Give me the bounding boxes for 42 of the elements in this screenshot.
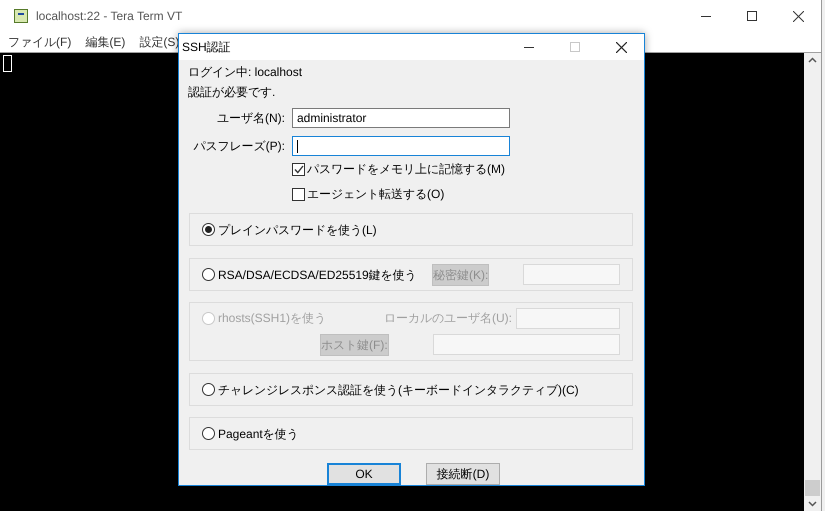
text-field[interactable]: administrator (292, 108, 510, 128)
minimize-icon[interactable] (524, 46, 534, 48)
radio-button[interactable] (202, 427, 215, 440)
window-title: localhost:22 - Tera Term VT (36, 8, 182, 25)
dialog-button[interactable]: 接続断(D) (426, 463, 500, 485)
scroll-thumb[interactable] (805, 480, 820, 496)
app-icon (14, 9, 28, 23)
field-value: administrator (297, 110, 366, 127)
radio-button[interactable] (202, 223, 215, 236)
key-file-field[interactable] (522, 264, 620, 285)
text-caret-icon (297, 140, 298, 152)
menu-item[interactable]: 編集(E) (85, 33, 126, 51)
auth-message: 認証が必要です. (188, 84, 276, 101)
login-status: ログイン中: localhost (188, 64, 304, 81)
text-field[interactable] (292, 136, 510, 156)
close-icon[interactable] (792, 10, 804, 22)
menu-item[interactable]: ファイル(F) (8, 33, 72, 51)
cursor-icon (3, 55, 12, 72)
checkbox-label: パスワードをメモリ上に記憶する(M) (307, 161, 505, 178)
radio-label: チャレンジレスポンス認証を使う(キーボードインタラクティブ)(C) (218, 382, 579, 398)
local-user-field[interactable] (516, 308, 620, 328)
field-label: パスフレーズ(P): (192, 138, 285, 155)
dialog-title: SSH認証 (182, 39, 231, 56)
radio-label: Pageantを使う (218, 426, 299, 442)
checkbox[interactable] (292, 188, 305, 200)
maximize-icon[interactable] (747, 11, 757, 21)
maximize-icon (570, 42, 580, 52)
close-icon[interactable] (616, 42, 626, 52)
radio-button[interactable] (202, 383, 215, 396)
radio-button[interactable] (202, 268, 215, 281)
checkbox[interactable] (292, 162, 305, 176)
radio-label: RSA/DSA/ECDSA/ED25519鍵を使う (218, 266, 417, 284)
field-label: ユーザ名(N): (216, 110, 285, 127)
radio-label: プレインパスワードを使う(L) (218, 222, 377, 238)
scroll-down-icon[interactable] (808, 501, 817, 507)
host-key-field[interactable] (432, 334, 620, 355)
scrollbar[interactable] (804, 53, 821, 511)
radio-label: rhosts(SSH1)を使う (218, 310, 326, 327)
scroll-up-icon[interactable] (808, 57, 817, 63)
dialog-button[interactable]: OK (327, 463, 401, 485)
checkbox-label: エージェント転送する(O) (307, 186, 444, 203)
field-label: ローカルのユーザ名(U): (383, 310, 512, 327)
